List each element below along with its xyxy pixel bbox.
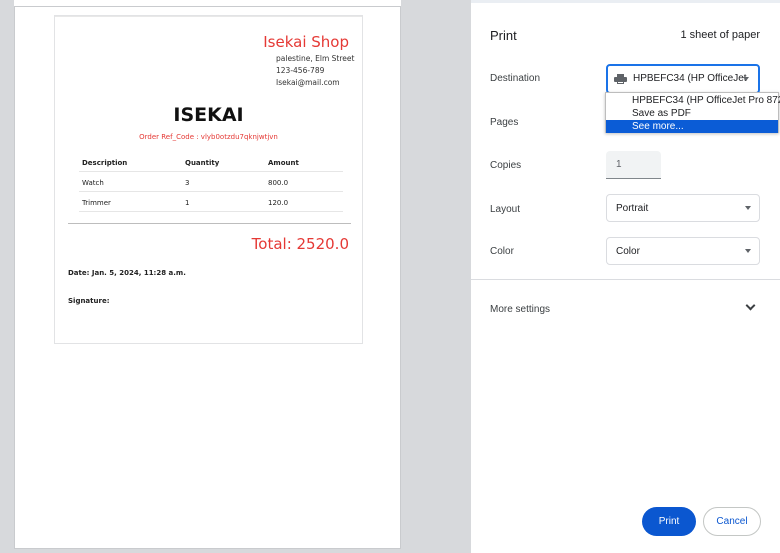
destination-dropdown[interactable]: HPBEFC34 (HP OfficeJet Pro 8720) Save as… xyxy=(605,92,780,133)
invoice-total: Total: 2520.0 xyxy=(251,235,349,253)
layout-label: Layout xyxy=(490,204,521,215)
dropdown-arrow-icon xyxy=(743,77,749,81)
table-header-row: Description Quantity Amount xyxy=(79,152,343,172)
invoice-signature: Signature: xyxy=(68,297,110,305)
table-cell: 800.0 xyxy=(268,179,289,187)
destination-value: HPBEFC34 (HP OfficeJet xyxy=(633,73,747,84)
color-value: Color xyxy=(616,246,640,257)
color-select[interactable]: Color xyxy=(606,237,760,265)
shop-email: Isekai@mail.com xyxy=(276,78,340,87)
invoice-date: Date: Jan. 5, 2024, 11:28 a.m. xyxy=(68,269,186,277)
shop-phone: 123-456-789 xyxy=(276,66,325,75)
invoice-table: Description Quantity Amount Watch 3 800.… xyxy=(79,152,343,212)
table-cell: 1 xyxy=(185,199,190,207)
dropdown-arrow-icon xyxy=(745,249,751,253)
print-settings-panel: Print 1 sheet of paper Destination HPBEF… xyxy=(471,0,780,553)
sheet-count: 1 sheet of paper xyxy=(680,29,760,41)
copies-value: 1 xyxy=(616,159,622,170)
cancel-button[interactable]: Cancel xyxy=(703,507,761,536)
column-header: Description xyxy=(82,159,128,167)
table-cell: 3 xyxy=(185,179,190,187)
print-button[interactable]: Print xyxy=(642,507,696,536)
table-cell: Watch xyxy=(82,179,104,187)
shop-name: Isekai Shop xyxy=(263,33,349,51)
destination-label: Destination xyxy=(490,73,541,84)
chevron-down-icon[interactable] xyxy=(745,302,755,312)
destination-select[interactable]: HPBEFC34 (HP OfficeJet xyxy=(606,64,760,94)
table-cell: 120.0 xyxy=(268,199,289,207)
copies-label: Copies xyxy=(490,160,522,171)
section-divider xyxy=(471,279,780,280)
column-header: Quantity xyxy=(185,159,220,167)
layout-value: Portrait xyxy=(616,203,649,214)
invoice: Isekai Shop palestine, Elm Street 123-45… xyxy=(54,15,363,344)
dropdown-arrow-icon xyxy=(745,206,751,210)
invoice-top-border xyxy=(55,16,362,17)
destination-option[interactable]: HPBEFC34 (HP OfficeJet Pro 8720) xyxy=(606,94,780,107)
preview-background xyxy=(0,549,471,553)
order-ref: Order Ref_Code : vlyb0otzdu7qknjwtjvn xyxy=(139,133,278,141)
table-row: Trimmer 1 120.0 xyxy=(79,192,343,212)
pages-label: Pages xyxy=(490,117,519,128)
brand-heading: ISEKAI xyxy=(173,104,244,126)
column-header: Amount xyxy=(268,159,299,167)
panel-top-strip xyxy=(471,0,780,3)
table-cell: Trimmer xyxy=(82,199,111,207)
preview-page: Isekai Shop palestine, Elm Street 123-45… xyxy=(14,6,401,549)
table-row: Watch 3 800.0 xyxy=(79,172,343,192)
destination-option-see-more[interactable]: See more... xyxy=(606,120,778,133)
copies-input[interactable]: 1 xyxy=(606,151,661,179)
more-settings-toggle[interactable]: More settings xyxy=(490,304,550,315)
print-preview-area: Isekai Shop palestine, Elm Street 123-45… xyxy=(0,0,471,553)
destination-option[interactable]: Save as PDF xyxy=(606,107,778,120)
print-title: Print xyxy=(490,28,517,43)
preview-background xyxy=(401,0,471,553)
color-label: Color xyxy=(490,246,514,257)
printer-icon xyxy=(614,74,627,84)
preview-background xyxy=(0,0,14,553)
layout-select[interactable]: Portrait xyxy=(606,194,760,222)
shop-address: palestine, Elm Street xyxy=(276,54,355,63)
invoice-divider xyxy=(68,223,351,224)
